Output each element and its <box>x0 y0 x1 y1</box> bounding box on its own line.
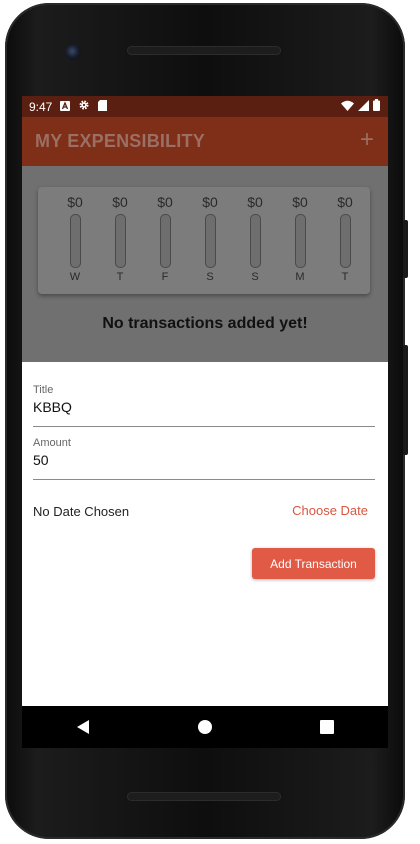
recents-icon[interactable] <box>307 707 347 747</box>
bar-amount-label: $0 <box>292 194 308 210</box>
title-field-label: Title <box>33 384 54 396</box>
bar-track <box>294 214 306 268</box>
bar-amount-label: $0 <box>337 194 353 210</box>
bar-track <box>69 214 81 268</box>
volume-button <box>403 345 408 455</box>
title-field[interactable] <box>33 397 375 417</box>
bar-day-label: T <box>116 271 124 283</box>
battery-icon <box>373 99 380 114</box>
chart-bar-2: $0 F <box>150 193 180 283</box>
chart-bar-1: $0 T <box>105 193 135 283</box>
bar-amount-label: $0 <box>67 194 83 210</box>
amount-field-underline <box>33 479 375 480</box>
top-speaker <box>127 46 281 55</box>
chart-bar-0: $0 W <box>60 193 90 283</box>
bar-day-label: S <box>206 271 214 283</box>
signal-icon <box>358 99 369 114</box>
new-transaction-sheet: Title Amount No Date Chosen Choose Date … <box>22 364 388 706</box>
back-icon[interactable] <box>63 707 103 747</box>
bottom-speaker <box>127 792 281 801</box>
bar-track <box>249 214 261 268</box>
bar-track <box>339 214 351 268</box>
app-title: MY EXPENSIBILITY <box>35 131 205 151</box>
power-button <box>403 220 408 278</box>
bar-day-label: F <box>161 271 169 283</box>
choose-date-button[interactable]: Choose Date <box>292 503 368 518</box>
chart-bar-4: $0 S <box>240 193 270 283</box>
bar-amount-label: $0 <box>112 194 128 210</box>
chart-bar-6: $0 T <box>330 193 360 283</box>
title-field-underline <box>33 426 375 427</box>
chart-bar-3: $0 S <box>195 193 225 283</box>
chart-bar-5: $0 M <box>285 193 315 283</box>
bar-track <box>159 214 171 268</box>
app-bar: MY EXPENSIBILITY + <box>22 117 388 166</box>
bar-day-label: T <box>341 271 349 283</box>
a-notification-icon <box>60 100 71 114</box>
weekly-chart: $0 W $0 T $0 F $0 S $0 S $0 M $0 T <box>38 187 370 294</box>
bar-track <box>204 214 216 268</box>
date-status-text: No Date Chosen <box>33 504 130 519</box>
amount-field-label: Amount <box>33 437 71 449</box>
wifi-icon <box>341 100 354 114</box>
screen: 9:47 MY EXPENSIBILITY + $0 W $0 T $0 F $0 S $0 S $… <box>22 96 388 706</box>
bar-amount-label: $0 <box>202 194 218 210</box>
status-time: 9:47 <box>29 99 53 114</box>
bar-day-label: S <box>251 271 259 283</box>
status-indicators <box>341 99 380 114</box>
bar-amount-label: $0 <box>247 194 263 210</box>
amount-field[interactable] <box>33 450 375 470</box>
sd-card-icon <box>98 99 108 114</box>
bar-track <box>114 214 126 268</box>
home-icon[interactable] <box>185 707 225 747</box>
bar-amount-label: $0 <box>157 194 173 210</box>
front-camera <box>65 44 81 60</box>
empty-transactions-message: No transactions added yet! <box>102 315 308 332</box>
navigation-bar <box>22 706 388 748</box>
status-bar: 9:47 <box>22 96 388 117</box>
add-transaction-button[interactable]: Add Transaction <box>252 548 375 579</box>
gear-icon <box>78 99 90 114</box>
bar-day-label: M <box>295 271 305 283</box>
add-icon[interactable]: + <box>360 125 374 155</box>
bar-day-label: W <box>69 271 81 283</box>
